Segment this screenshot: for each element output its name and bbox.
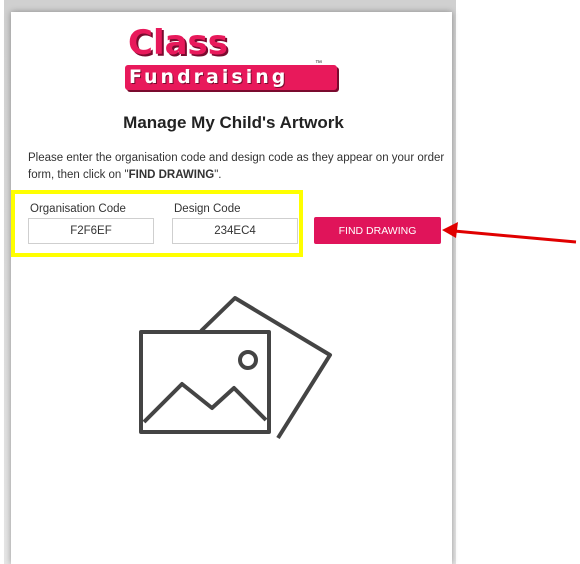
class-fundraising-logo: Class Fundraising ™ <box>125 26 337 92</box>
instructions-suffix: ". <box>214 169 222 181</box>
instructions-prefix: Please enter the organisation code and d… <box>28 152 445 181</box>
logo-class-text: Class <box>128 23 229 63</box>
arrow-head <box>442 222 458 238</box>
find-drawing-button[interactable]: FIND DRAWING <box>314 217 441 244</box>
instructions-bold: FIND DRAWING <box>128 169 215 181</box>
organisation-code-label: Organisation Code <box>30 203 126 215</box>
organisation-code-input[interactable] <box>28 218 154 244</box>
design-code-input[interactable] <box>172 218 298 244</box>
design-code-label: Design Code <box>174 203 241 215</box>
image-placeholder-icon <box>139 296 332 440</box>
logo-trademark: ™ <box>315 60 322 67</box>
instructions-text: Please enter the organisation code and d… <box>28 150 458 184</box>
page-title: Manage My Child's Artwork <box>123 113 344 132</box>
red-arrow-annotation <box>442 222 577 244</box>
mountain-line <box>142 382 268 424</box>
sun-circle <box>238 350 258 370</box>
arrow-shaft <box>453 229 577 244</box>
front-photo-frame <box>139 330 271 434</box>
artwork-panel <box>11 12 452 564</box>
logo-fundraising-text: Fundraising <box>129 66 289 88</box>
